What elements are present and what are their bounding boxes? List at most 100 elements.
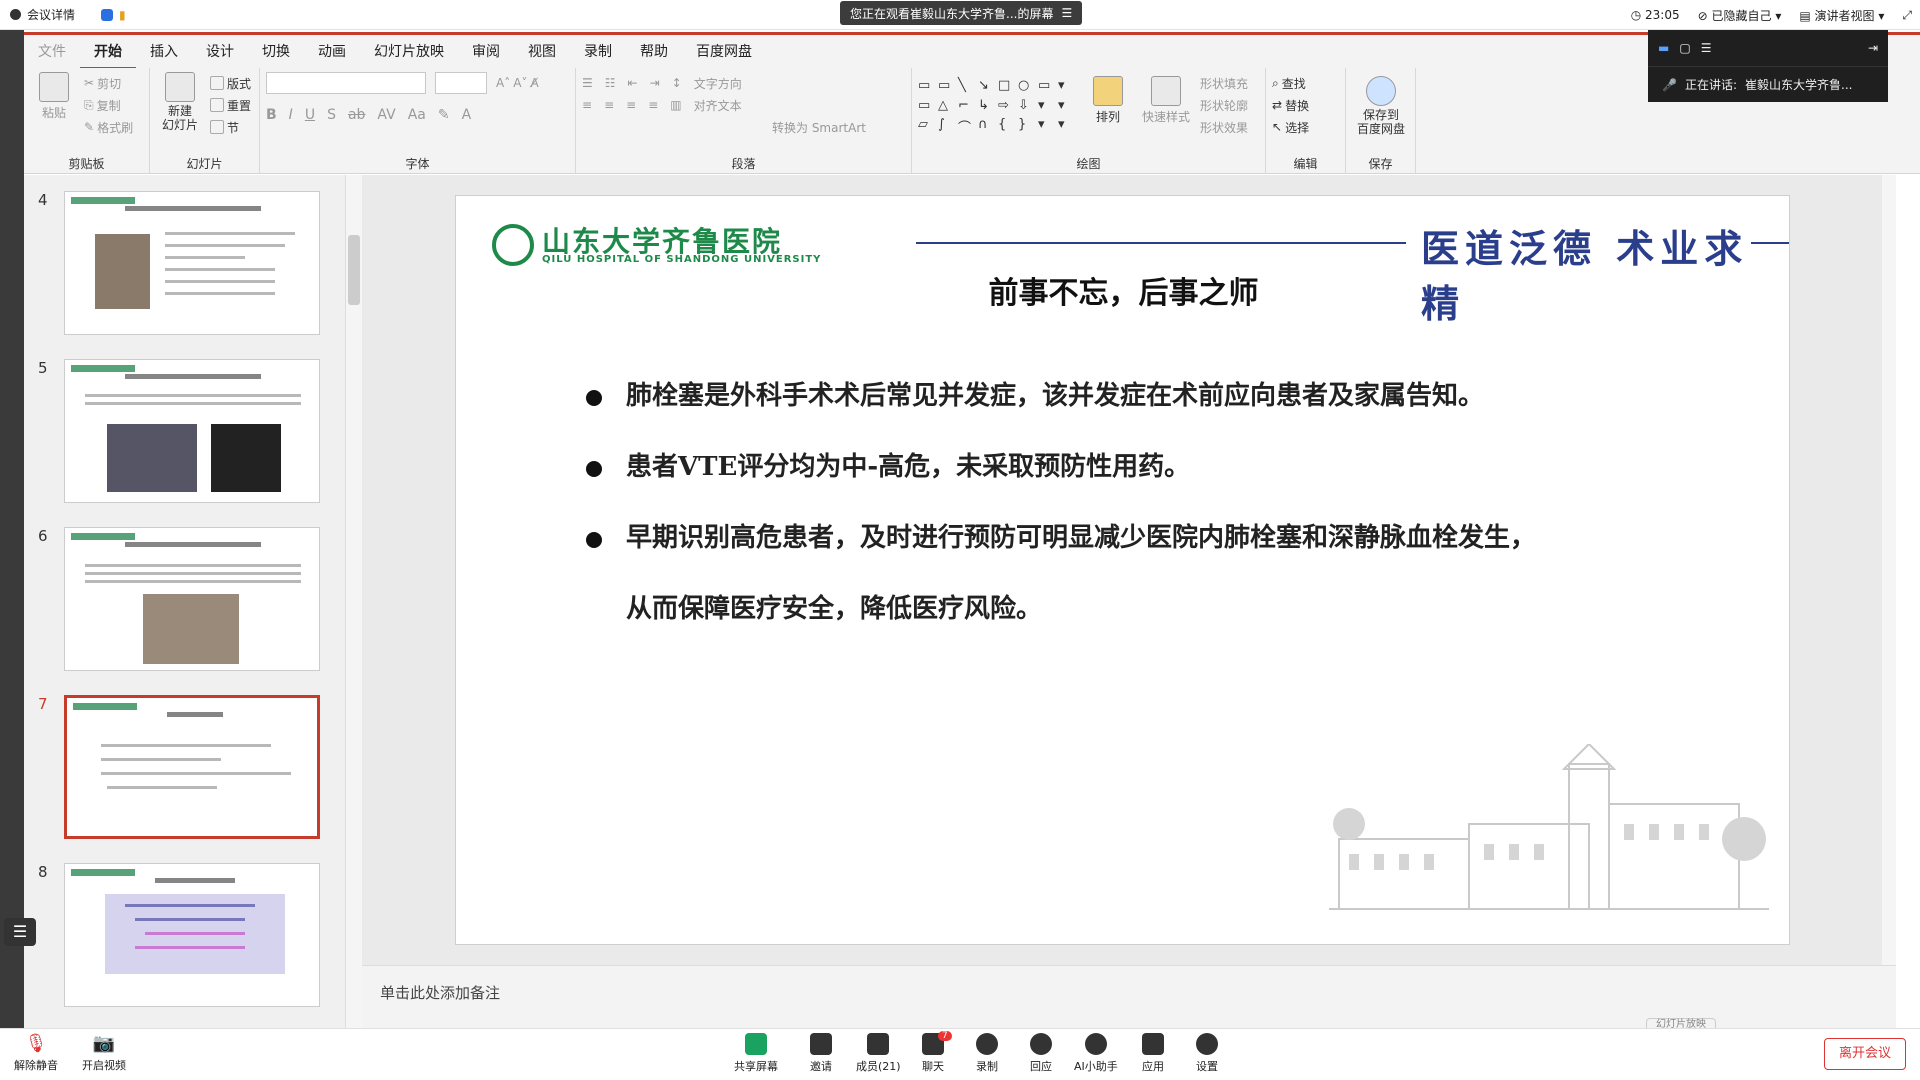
slide-thumbnail-7[interactable]	[64, 695, 320, 839]
new-slide-button[interactable]: 新建 幻灯片	[156, 72, 204, 138]
leave-meeting-button[interactable]: 离开会议	[1824, 1038, 1906, 1070]
hide-self-button[interactable]: ⊘ 已隐藏自己 ▾	[1698, 7, 1782, 24]
thumbnail-scroll-thumb[interactable]	[348, 235, 360, 305]
collapse-icon[interactable]: ⇥	[1868, 41, 1878, 55]
quick-styles-button[interactable]: 快速样式	[1142, 76, 1190, 138]
chat-button[interactable]: 聊天 7	[922, 1031, 952, 1074]
chat-label: 聊天	[922, 1060, 944, 1073]
fullscreen-icon[interactable]: ⤢	[1902, 8, 1912, 23]
indent-dec-icon[interactable]: ⇤	[628, 76, 638, 90]
format-painter-button[interactable]: ✎ 格式刷	[84, 116, 133, 138]
viewing-banner[interactable]: 您正在观看崔毅山东大学齐鲁...的屏幕 ☰	[840, 1, 1083, 25]
align-center-icon[interactable]: ≡	[604, 98, 614, 112]
font-color-icon[interactable]: A	[462, 107, 472, 123]
shape-effects-button[interactable]: 形状效果	[1200, 116, 1248, 138]
strike-icon[interactable]: ab	[348, 107, 365, 123]
settings-button[interactable]: 设置	[1196, 1033, 1218, 1074]
list-icon[interactable]: ☰	[1701, 41, 1712, 55]
cut-button[interactable]: ✂ 剪切	[84, 72, 133, 94]
unmute-button[interactable]: 🎙 解除静音	[14, 1033, 58, 1073]
window-icon[interactable]: ▢	[1679, 41, 1690, 55]
slide-title[interactable]: 前事不忘，后事之师	[456, 268, 1789, 312]
thumbnail-scrollbar[interactable]	[346, 175, 362, 1028]
minimize-icon[interactable]: ▬	[1658, 41, 1669, 55]
current-slide[interactable]: 山东大学齐鲁医院 QILU HOSPITAL OF SHANDONG UNIVE…	[455, 195, 1790, 945]
replace-label: 替换	[1285, 98, 1310, 113]
arrange-button[interactable]: 排列	[1084, 76, 1132, 138]
align-text-button[interactable]: 对齐文本	[694, 97, 742, 114]
columns-icon[interactable]: ▥	[670, 98, 681, 112]
slide-vertical-scrollbar[interactable]	[1882, 175, 1896, 965]
indent-inc-icon[interactable]: ⇥	[650, 76, 660, 90]
meeting-info[interactable]: 会议详情 ▮	[0, 6, 126, 23]
shield-icon[interactable]	[101, 8, 114, 21]
tab-design[interactable]: 设计	[192, 34, 248, 70]
shrink-font-icon[interactable]: A˅	[513, 76, 527, 90]
share-screen-button[interactable]: 共享屏幕	[734, 1033, 778, 1074]
record-button[interactable]: 录制	[976, 1033, 998, 1074]
presenter-view-button[interactable]: ▤ 演讲者视图 ▾	[1799, 7, 1884, 24]
case-icon[interactable]: Aa	[408, 107, 426, 123]
font-size-select[interactable]	[435, 72, 487, 94]
slide-bullets[interactable]: 肺栓塞是外科手术术后常见并发症，该并发症在术前应向患者及家属告知。 患者VTE评…	[586, 361, 1746, 645]
apps-button[interactable]: 应用	[1142, 1033, 1164, 1074]
tab-help[interactable]: 帮助	[626, 34, 682, 70]
ai-assistant-button[interactable]: AI小助手	[1074, 1033, 1118, 1074]
tab-baidu[interactable]: 百度网盘	[682, 34, 766, 70]
reactions-button[interactable]: 回应	[1030, 1033, 1052, 1074]
shape-outline-button[interactable]: 形状轮廓	[1200, 94, 1248, 116]
thumbnail-row-5[interactable]: 5	[24, 357, 324, 507]
signal-icon[interactable]: ▮	[119, 8, 126, 22]
find-button[interactable]: ⌕ 查找	[1272, 72, 1339, 94]
bullets-icon[interactable]: ☰	[582, 76, 593, 90]
members-button[interactable]: 成员(21)	[856, 1033, 901, 1074]
shapes-gallery[interactable]: ▭ ▭ ╲ ↘ □ ○ ▭ ▾ ▭ △ ⌐ ↳ ⇨ ⇩ ▾ ▾ ▱ ∫ ⌒ ∩{} ▾ ▾	[918, 78, 1074, 138]
thumbnail-row-6[interactable]: 6	[24, 525, 324, 675]
justify-icon[interactable]: ≡	[648, 98, 658, 112]
tab-slideshow[interactable]: 幻灯片放映	[360, 34, 458, 70]
slide-thumbnail-6[interactable]	[64, 527, 320, 671]
align-left-icon[interactable]: ≡	[582, 98, 592, 112]
grow-font-icon[interactable]: A˄	[496, 76, 510, 90]
meeting-details-label[interactable]: 会议详情	[27, 6, 75, 23]
slide-thumbnail-8[interactable]	[64, 863, 320, 1007]
thumbnail-row-7[interactable]: 7	[24, 693, 324, 843]
text-direction-button[interactable]: 文字方向	[694, 75, 742, 92]
layout-button[interactable]: 版式	[210, 72, 251, 94]
thumbnail-row-8[interactable]: 8	[24, 861, 324, 1011]
copy-button[interactable]: ⎘ 复制	[84, 94, 133, 116]
tab-home[interactable]: 开始	[80, 34, 136, 70]
shape-fill-button[interactable]: 形状填充	[1200, 72, 1248, 94]
replace-button[interactable]: ⇄ 替换	[1272, 94, 1339, 116]
select-button[interactable]: ↖ 选择	[1272, 116, 1339, 138]
tab-insert[interactable]: 插入	[136, 34, 192, 70]
numbering-icon[interactable]: ☷	[605, 76, 616, 90]
invite-button[interactable]: 邀请	[810, 1033, 832, 1074]
save-baidu-button[interactable]: 保存到 百度网盘	[1352, 76, 1410, 136]
tab-record[interactable]: 录制	[570, 34, 626, 70]
section-button[interactable]: 节	[210, 116, 251, 138]
clear-format-icon[interactable]: A̸	[530, 76, 538, 90]
start-video-button[interactable]: 📷 开启视频	[82, 1033, 126, 1073]
paste-button[interactable]: 粘贴	[30, 72, 78, 138]
italic-icon[interactable]: I	[289, 107, 293, 123]
tab-file[interactable]: 文件	[24, 34, 80, 70]
spacing-icon[interactable]: AV	[377, 107, 395, 123]
thumbnail-row-4[interactable]: 4	[24, 189, 324, 339]
highlight-icon[interactable]: ✎	[438, 107, 450, 123]
floating-menu-button[interactable]: ☰	[4, 918, 36, 946]
smartart-button[interactable]: 转换为 SmartArt	[582, 116, 905, 138]
tab-transitions[interactable]: 切换	[248, 34, 304, 70]
slide-thumbnail-4[interactable]	[64, 191, 320, 335]
underline-icon[interactable]: U	[305, 107, 315, 123]
tab-view[interactable]: 视图	[514, 34, 570, 70]
bold-icon[interactable]: B	[266, 107, 277, 123]
tab-review[interactable]: 审阅	[458, 34, 514, 70]
slide-thumbnail-5[interactable]	[64, 359, 320, 503]
shadow-icon[interactable]: S	[327, 107, 336, 123]
font-family-select[interactable]	[266, 72, 426, 94]
line-spacing-icon[interactable]: ↕	[672, 76, 682, 90]
align-right-icon[interactable]: ≡	[626, 98, 636, 112]
reset-button[interactable]: 重置	[210, 94, 251, 116]
tab-animations[interactable]: 动画	[304, 34, 360, 70]
